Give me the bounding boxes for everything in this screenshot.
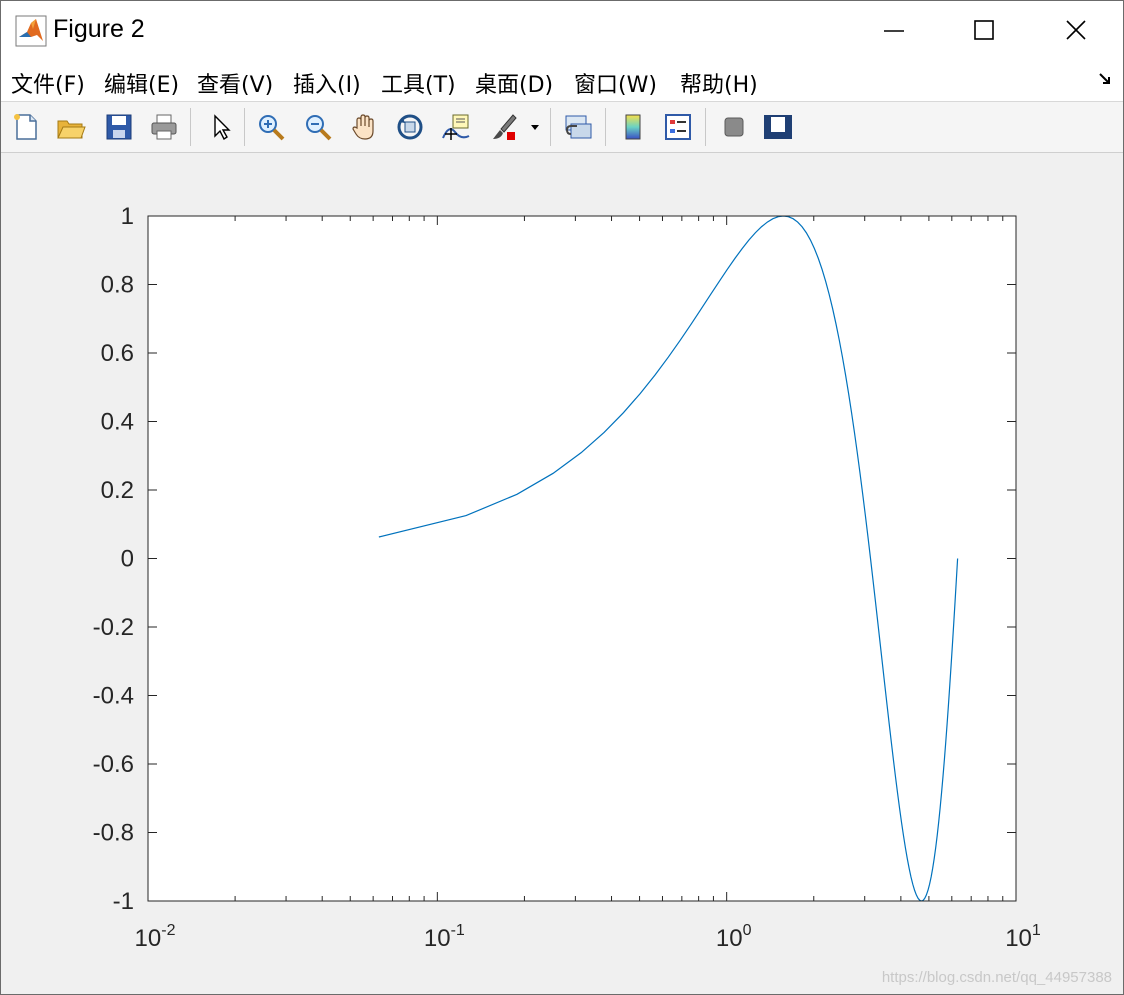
print-icon	[151, 114, 177, 140]
menu-window[interactable]: 窗口(W)	[574, 67, 657, 99]
rotate-3d-icon	[397, 114, 423, 140]
toolbar-separator	[244, 108, 245, 146]
menu-tools[interactable]: 工具(T)	[381, 67, 456, 99]
show-plot-tools-icon	[764, 115, 792, 139]
dock-figure-icon[interactable]	[1097, 71, 1113, 87]
colorbar-button[interactable]	[616, 110, 650, 144]
edit-plot-arrow-icon	[214, 114, 231, 141]
y-tick-label: -1	[113, 888, 134, 915]
y-tick-label: 0	[121, 546, 134, 573]
pan-button[interactable]	[347, 110, 381, 144]
minimize-button[interactable]	[849, 1, 939, 59]
open-file-icon	[57, 120, 86, 139]
brush-button[interactable]	[487, 110, 521, 144]
menu-view[interactable]: 查看(V)	[197, 67, 273, 99]
link-plot-icon	[565, 115, 592, 139]
show-plot-tools-button[interactable]	[761, 110, 795, 144]
legend-icon	[665, 114, 691, 140]
menu-desktop[interactable]: 桌面(D)	[475, 67, 553, 99]
legend-button[interactable]	[661, 110, 695, 144]
brush-icon	[493, 114, 517, 140]
maximize-button[interactable]	[939, 1, 1029, 59]
link-plot-button[interactable]	[561, 110, 595, 144]
x-tick-label: 10-1	[424, 922, 465, 952]
menu-help[interactable]: 帮助(H)	[680, 67, 758, 99]
x-tick-label: 101	[1005, 922, 1041, 952]
menu-bar: 文件(F) 编辑(E) 查看(V) 插入(I) 工具(T) 桌面(D) 窗口(W…	[1, 59, 1123, 102]
rotate-3d-button[interactable]	[393, 110, 427, 144]
window-title: Figure 2	[53, 15, 145, 43]
y-tick-label: -0.2	[93, 614, 134, 641]
hide-plot-tools-icon	[724, 117, 744, 137]
data-cursor-icon	[442, 114, 470, 140]
zoom-in-icon	[259, 115, 285, 141]
close-icon	[1066, 20, 1086, 40]
print-button[interactable]	[147, 110, 181, 144]
menu-insert[interactable]: 插入(I)	[293, 67, 361, 99]
zoom-out-icon	[306, 115, 332, 141]
y-tick-label: 1	[121, 203, 134, 230]
hide-plot-tools-button[interactable]	[717, 110, 751, 144]
data-cursor-button[interactable]	[439, 110, 473, 144]
x-tick-label: 10-2	[135, 922, 176, 952]
axes-background[interactable]	[148, 216, 1016, 901]
y-tick-label: -0.8	[93, 820, 134, 847]
edit-plot-button[interactable]	[204, 110, 238, 144]
y-tick-label: 0.6	[101, 340, 134, 367]
zoom-out-button[interactable]	[301, 110, 335, 144]
pan-hand-icon	[352, 114, 374, 140]
brush-dropdown-button[interactable]	[525, 110, 545, 144]
title-bar[interactable]: Figure 2	[1, 1, 1123, 59]
save-button[interactable]	[102, 110, 136, 144]
y-tick-label: 0.4	[101, 409, 134, 436]
toolbar-separator	[705, 108, 706, 146]
new-figure-icon	[14, 114, 37, 140]
y-tick-label: 0.8	[101, 272, 134, 299]
y-tick-label: -0.4	[93, 683, 134, 710]
minimize-icon	[884, 30, 904, 32]
y-tick-label: -0.6	[93, 751, 134, 778]
watermark-text: https://blog.csdn.net/qq_44957388	[882, 969, 1112, 986]
maximize-icon	[974, 20, 994, 40]
open-file-button[interactable]	[54, 110, 88, 144]
close-button[interactable]	[1031, 1, 1121, 59]
chevron-down-icon	[531, 125, 539, 130]
figure-toolbar	[1, 102, 1123, 153]
new-figure-button[interactable]	[9, 110, 43, 144]
y-tick-label: 0.2	[101, 477, 134, 504]
zoom-in-button[interactable]	[254, 110, 288, 144]
matlab-logo-icon	[15, 15, 47, 47]
colorbar-icon	[625, 114, 641, 140]
menu-edit[interactable]: 编辑(E)	[104, 67, 179, 99]
toolbar-separator	[550, 108, 551, 146]
x-tick-label: 100	[716, 922, 752, 952]
line-chart[interactable]: -1 -0.8 -0.6 -0.4 -0.2 0 0.2 0.4 0.6 0.8 1 10-2 10-1…	[0, 152, 1122, 993]
toolbar-separator	[605, 108, 606, 146]
save-icon	[106, 114, 132, 140]
menu-file[interactable]: 文件(F)	[11, 67, 85, 99]
toolbar-separator	[190, 108, 191, 146]
